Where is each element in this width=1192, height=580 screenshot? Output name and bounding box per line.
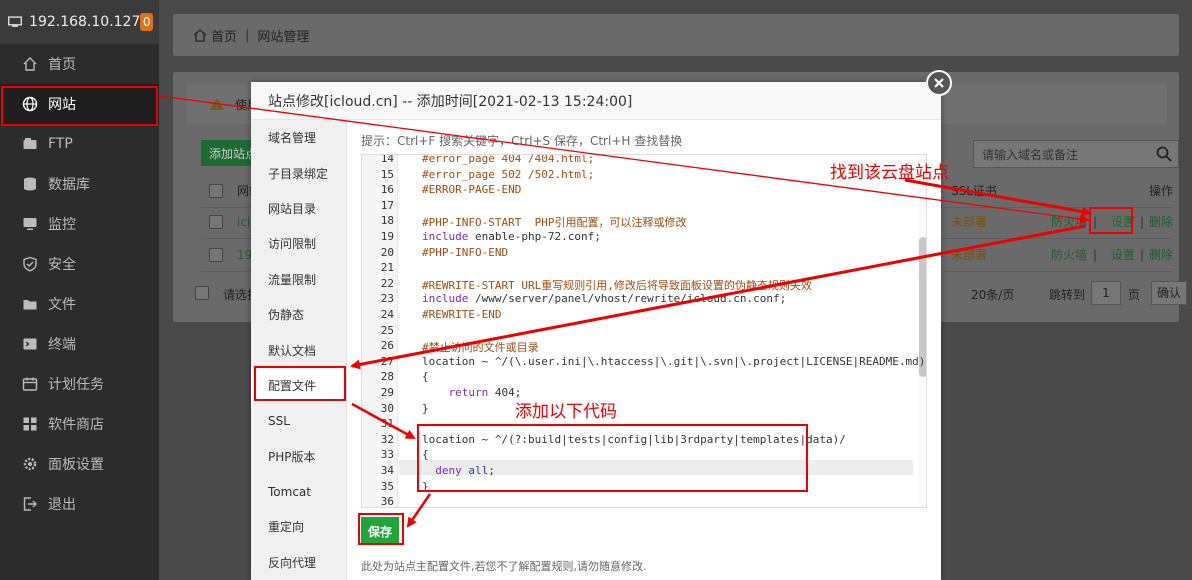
arrow-settings-to-config [350, 224, 1086, 370]
arrow-config-to-code [351, 402, 416, 440]
arrow-code-to-save [406, 493, 432, 528]
arrow-menu-to-settings [159, 95, 1090, 224]
annotation-arrows [159, 95, 1092, 528]
